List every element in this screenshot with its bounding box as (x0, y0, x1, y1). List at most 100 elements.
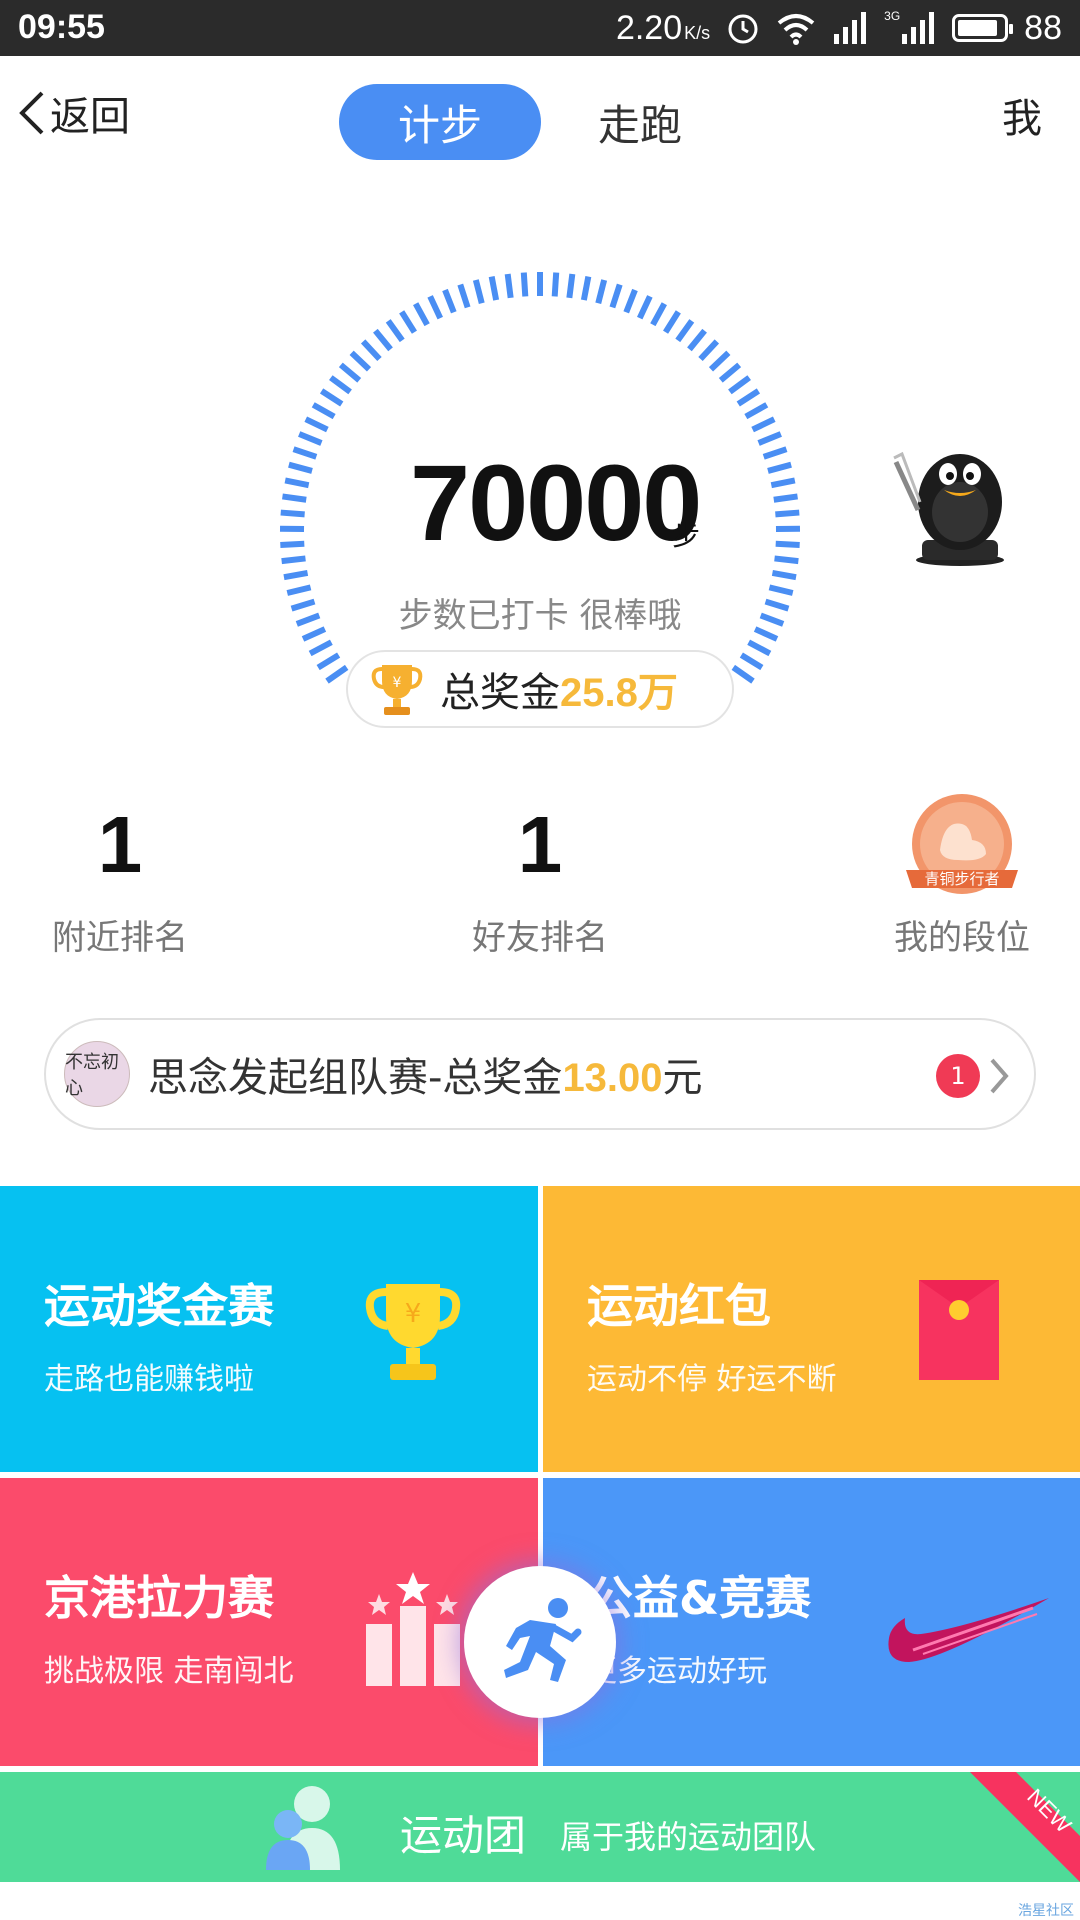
gauge-tick (286, 584, 312, 596)
gauge-tick (520, 272, 529, 297)
friend-rank-label: 好友排名 (472, 918, 608, 958)
total-prize-label: 总奖金 (440, 670, 560, 716)
gauge-tick (768, 584, 794, 596)
step-count: 70000 (410, 442, 702, 563)
signal-icon-2 (902, 12, 935, 44)
tile-rally[interactable]: 京港拉力赛 挑战极限 走南闯北 (0, 1478, 538, 1766)
team-race-banner[interactable]: 不忘初心 思念发起组队赛-总奖金13.00元 1 (44, 1018, 1036, 1130)
gauge-tick (551, 272, 560, 297)
notification-badge: 1 (936, 1054, 980, 1098)
gauge-tick (771, 570, 797, 581)
svg-text:¥: ¥ (393, 675, 402, 691)
me-button[interactable]: 我 (1002, 86, 1042, 144)
gauge-tick (718, 362, 742, 383)
nearby-rank[interactable]: 1 附近排名 (0, 790, 240, 959)
gauge-tick (767, 461, 792, 474)
tile-bonus-race-subtitle: 走路也能赚钱啦 (44, 1362, 254, 1397)
gauge-tick (757, 431, 782, 446)
gauge-tick (399, 310, 417, 334)
gauge-tick (329, 375, 352, 395)
gauge-tick (457, 283, 471, 309)
team-people-icon (266, 1786, 340, 1870)
gauge-tick (623, 288, 638, 314)
start-run-button[interactable] (464, 1566, 616, 1718)
my-level-label: 我的段位 (894, 918, 1030, 958)
gauge-tick (298, 431, 323, 446)
gauge-tick (708, 350, 731, 372)
tile-red-packet[interactable]: 运动红包 运动不停 好运不断 (543, 1186, 1080, 1472)
team-race-text: 思念发起组队赛-总奖金13.00元 (148, 1055, 703, 1101)
gauge-tick (282, 493, 307, 503)
tile-sports-group[interactable]: 运动团 属于我的运动团队 NEW (0, 1772, 1080, 1882)
gauge-tick (281, 555, 306, 565)
tile-charity-title: 公益&竞赛 (587, 1571, 812, 1625)
gauge-tick (319, 388, 344, 407)
gauge-tick (301, 626, 327, 642)
signal-icon (834, 12, 867, 44)
gauge-tick (488, 275, 500, 301)
gauge-tick (753, 626, 779, 642)
gauge-tick (349, 350, 372, 372)
gauge-tick (739, 652, 764, 671)
gauge-tick (280, 540, 305, 548)
nearby-rank-value: 1 (97, 800, 143, 889)
swoosh-icon (888, 1598, 1049, 1662)
penguin-mascot-icon[interactable] (888, 432, 1024, 568)
tab-walk-run[interactable]: 走跑 (560, 84, 720, 160)
gauge-tick (650, 302, 667, 327)
tab-steps[interactable]: 计步 (339, 84, 541, 160)
tile-bonus-race-title: 运动奖金赛 (44, 1279, 274, 1333)
total-prize-pill[interactable]: ¥ 总奖金25.8万 (346, 650, 734, 728)
total-prize-amount: 25.8万 (560, 671, 678, 715)
gauge-tick (762, 446, 788, 460)
wifi-icon (777, 14, 815, 45)
gauge-tick (295, 612, 321, 627)
gauge-tick (698, 339, 720, 362)
gauge-tick (338, 362, 362, 383)
gauge-tick (504, 273, 514, 299)
battery-icon (952, 14, 1014, 42)
gauge-tick (288, 461, 313, 474)
back-button[interactable]: 返回 (16, 84, 130, 142)
tile-red-packet-title: 运动红包 (587, 1279, 771, 1333)
my-level[interactable]: 青铜步行者 我的段位 (842, 790, 1080, 959)
gauge-tick (675, 319, 695, 343)
gauge-tick (744, 402, 769, 420)
gauge-tick (325, 664, 349, 684)
trophy-icon: ¥ (365, 1284, 461, 1380)
tile-rally-subtitle: 挑战极限 走南闯北 (44, 1654, 294, 1689)
chevron-left-icon (19, 91, 44, 135)
team-race-amount: 13.00 (562, 1056, 663, 1100)
gauge-tick (775, 509, 800, 518)
gauge-tick (637, 295, 653, 320)
gauge-tick (292, 446, 318, 460)
gauge-tick (736, 388, 761, 407)
friend-rank[interactable]: 1 好友排名 (420, 790, 660, 959)
red-envelope-icon (919, 1280, 999, 1380)
gauge-tick (663, 310, 681, 334)
status-bar: 09:55 2.20 K/s 3G 88 (0, 0, 1080, 56)
badge-text: 青铜步行者 (924, 870, 999, 888)
gauge-tick (687, 328, 707, 352)
nearby-rank-label: 附近排名 (52, 918, 188, 958)
gauge-tick (385, 319, 405, 343)
gauge-tick (311, 402, 336, 420)
network-type: 3G (884, 9, 901, 23)
gauge-tick (308, 639, 333, 657)
gauge-tick (751, 416, 776, 433)
status-icons: 2.20 K/s 3G 88 (616, 8, 1062, 48)
gauge-tick (360, 339, 382, 362)
watermark: 浩星社区 (1018, 1903, 1074, 1919)
sports-group-title: 运动团 (400, 1811, 527, 1860)
gauge-tick (304, 416, 329, 433)
gauge-tick (316, 652, 341, 671)
gauge-tick (774, 555, 799, 565)
tile-bonus-race[interactable]: 运动奖金赛 走路也能赚钱啦 ¥ (0, 1186, 538, 1472)
tile-charity[interactable]: 公益&竞赛 更多运动好玩 (543, 1478, 1080, 1766)
new-ribbon: NEW (970, 1772, 1080, 1882)
chevron-right-icon (990, 1058, 1009, 1094)
runner-icon (504, 1598, 582, 1682)
gauge-tick (775, 540, 800, 548)
network-speed: 2.20 K/s (615, 8, 711, 47)
gauge-tick (728, 375, 751, 395)
